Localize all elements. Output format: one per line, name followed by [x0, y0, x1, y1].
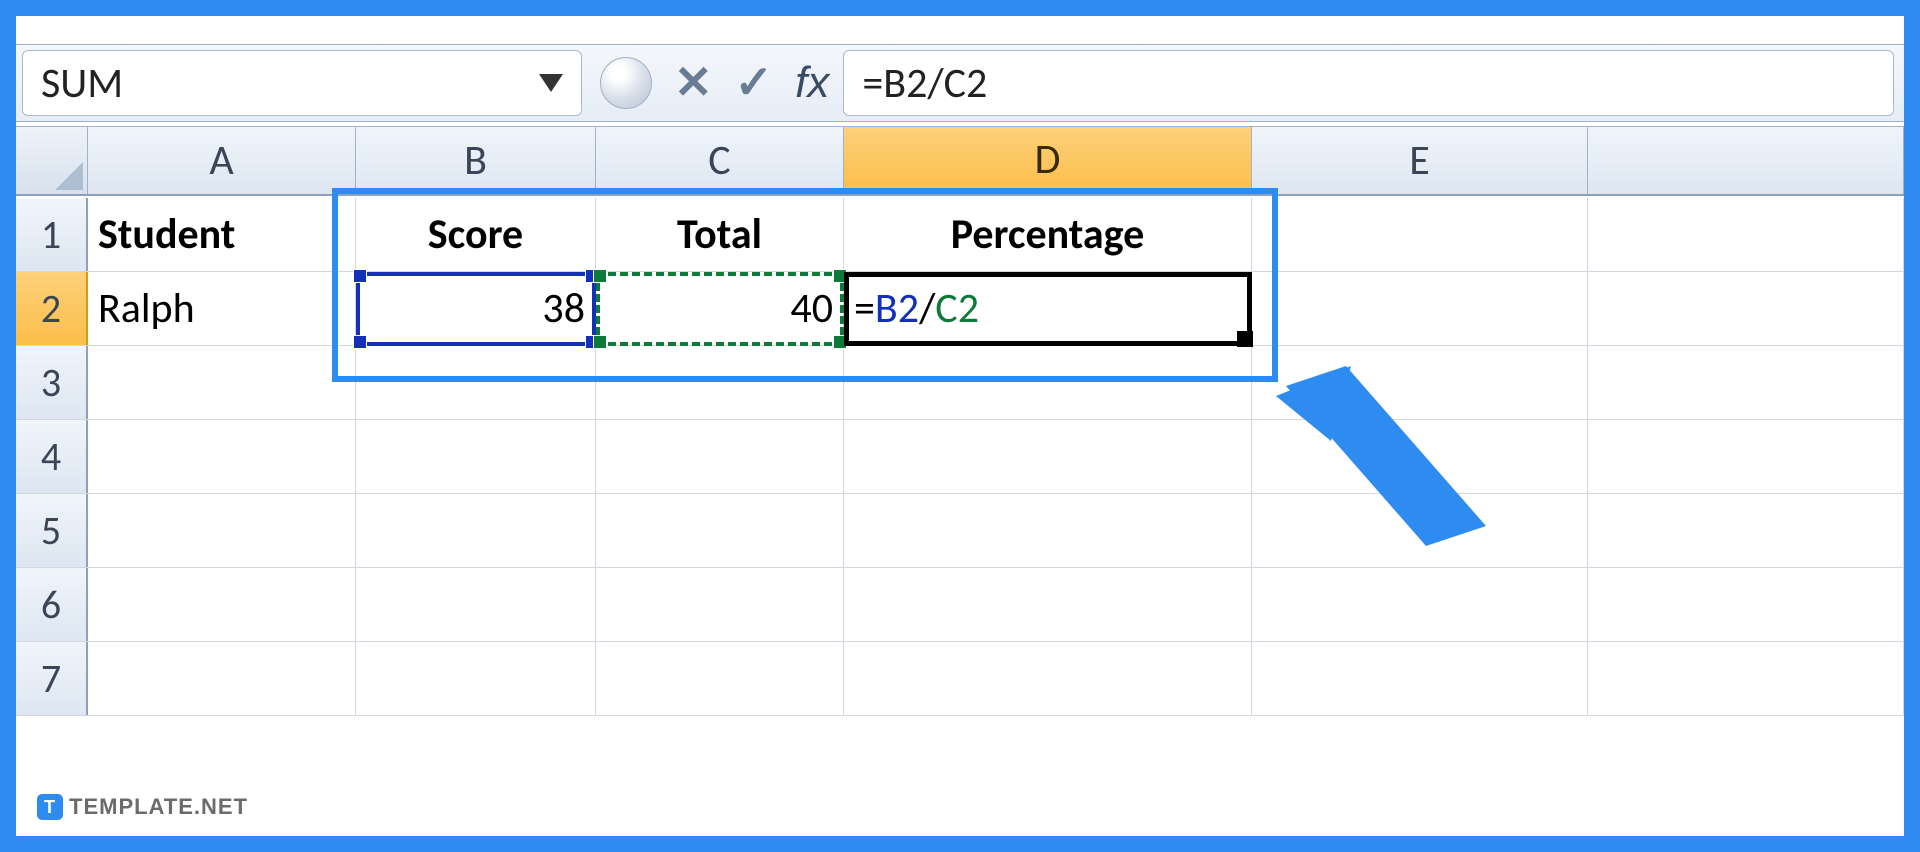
row-header-1[interactable]: 1 — [16, 198, 88, 271]
cell-C6[interactable] — [596, 568, 844, 641]
cell-D2[interactable]: =B2/C2 — [844, 272, 1252, 345]
cell-B4[interactable] — [356, 420, 596, 493]
cell-D1-text: Percentage — [951, 209, 1145, 260]
cell-E1[interactable] — [1252, 198, 1588, 271]
grid-row-5: 5 — [16, 494, 1904, 568]
formula-bar: SUM ✕ ✓ fx =B2/C2 — [16, 44, 1904, 122]
column-header-F[interactable] — [1588, 127, 1904, 194]
formula-bar-buttons: ✕ ✓ fx — [600, 55, 829, 111]
column-header-C[interactable]: C — [596, 127, 844, 194]
enter-icon[interactable]: ✓ — [735, 55, 774, 111]
chevron-down-icon[interactable] — [539, 74, 563, 92]
cell-E4[interactable] — [1252, 420, 1588, 493]
cell-F2[interactable] — [1588, 272, 1904, 345]
column-header-D[interactable]: D — [844, 127, 1252, 194]
column-header-E[interactable]: E — [1252, 127, 1588, 194]
excel-canvas: SUM ✕ ✓ fx =B2/C2 A B C D E 1 Student Sc… — [0, 0, 1920, 852]
row-header-6[interactable]: 6 — [16, 568, 88, 641]
cancel-icon[interactable]: ✕ — [674, 55, 713, 111]
cell-E5[interactable] — [1252, 494, 1588, 567]
grid-row-4: 4 — [16, 420, 1904, 494]
cell-B7[interactable] — [356, 642, 596, 715]
row-header-5[interactable]: 5 — [16, 494, 88, 567]
cell-F6[interactable] — [1588, 568, 1904, 641]
cell-C4[interactable] — [596, 420, 844, 493]
cell-B2-text: 38 — [542, 283, 585, 334]
cell-D4[interactable] — [844, 420, 1252, 493]
refresh-button[interactable] — [600, 57, 652, 109]
select-all-corner[interactable] — [16, 127, 88, 194]
cell-A1-text: Student — [98, 209, 235, 260]
watermark-badge: T — [37, 794, 63, 820]
grid-row-3: 3 — [16, 346, 1904, 420]
cell-D2-c2: C2 — [935, 283, 979, 334]
row-header-4[interactable]: 4 — [16, 420, 88, 493]
watermark: T TEMPLATE.NET — [37, 794, 248, 820]
cell-C1-text: Total — [677, 209, 762, 260]
cell-E3[interactable] — [1252, 346, 1588, 419]
cell-D2-b2: B2 — [875, 283, 919, 334]
cell-A6[interactable] — [88, 568, 356, 641]
cell-D7[interactable] — [844, 642, 1252, 715]
formula-input[interactable]: =B2/C2 — [843, 50, 1894, 116]
cell-A4[interactable] — [88, 420, 356, 493]
cell-B2[interactable]: 38 — [356, 272, 596, 345]
column-header-A[interactable]: A — [88, 127, 356, 194]
cell-C2[interactable]: 40 — [596, 272, 844, 345]
name-box[interactable]: SUM — [22, 50, 582, 116]
cell-C3[interactable] — [596, 346, 844, 419]
cell-E6[interactable] — [1252, 568, 1588, 641]
fx-icon[interactable]: fx — [795, 58, 829, 108]
cell-F7[interactable] — [1588, 642, 1904, 715]
grid-row-7: 7 — [16, 642, 1904, 716]
watermark-text: TEMPLATE.NET — [69, 794, 248, 820]
cell-E7[interactable] — [1252, 642, 1588, 715]
cell-A1[interactable]: Student — [88, 198, 356, 271]
cell-B3[interactable] — [356, 346, 596, 419]
cell-E2[interactable] — [1252, 272, 1588, 345]
cell-C1[interactable]: Total — [596, 198, 844, 271]
cell-B5[interactable] — [356, 494, 596, 567]
spreadsheet-grid: 1 Student Score Total Percentage 2 Ralph… — [16, 198, 1904, 836]
grid-row-1: 1 Student Score Total Percentage — [16, 198, 1904, 272]
formula-text: =B2/C2 — [862, 58, 987, 109]
row-header-7[interactable]: 7 — [16, 642, 88, 715]
column-header-B[interactable]: B — [356, 127, 596, 194]
cell-B6[interactable] — [356, 568, 596, 641]
row-header-2[interactable]: 2 — [16, 272, 88, 345]
cell-B1[interactable]: Score — [356, 198, 596, 271]
cell-F5[interactable] — [1588, 494, 1904, 567]
row-header-3[interactable]: 3 — [16, 346, 88, 419]
cell-D3[interactable] — [844, 346, 1252, 419]
cell-F1[interactable] — [1588, 198, 1904, 271]
cell-F3[interactable] — [1588, 346, 1904, 419]
cell-C2-text: 40 — [790, 283, 833, 334]
cell-A5[interactable] — [88, 494, 356, 567]
cell-D2-eq: = — [854, 283, 875, 334]
cell-D6[interactable] — [844, 568, 1252, 641]
column-headers: A B C D E — [16, 126, 1904, 196]
cell-A3[interactable] — [88, 346, 356, 419]
select-all-icon — [55, 162, 83, 190]
cell-A7[interactable] — [88, 642, 356, 715]
cell-D5[interactable] — [844, 494, 1252, 567]
name-box-value: SUM — [41, 58, 123, 109]
cell-C5[interactable] — [596, 494, 844, 567]
cell-C7[interactable] — [596, 642, 844, 715]
grid-row-6: 6 — [16, 568, 1904, 642]
cell-D1[interactable]: Percentage — [844, 198, 1252, 271]
cell-A2[interactable]: Ralph — [88, 272, 356, 345]
cell-F4[interactable] — [1588, 420, 1904, 493]
cell-B1-text: Score — [428, 209, 523, 260]
grid-row-2: 2 Ralph 38 40 =B2/C2 — [16, 272, 1904, 346]
cell-D2-slash: / — [919, 283, 935, 334]
cell-A2-text: Ralph — [98, 283, 195, 334]
